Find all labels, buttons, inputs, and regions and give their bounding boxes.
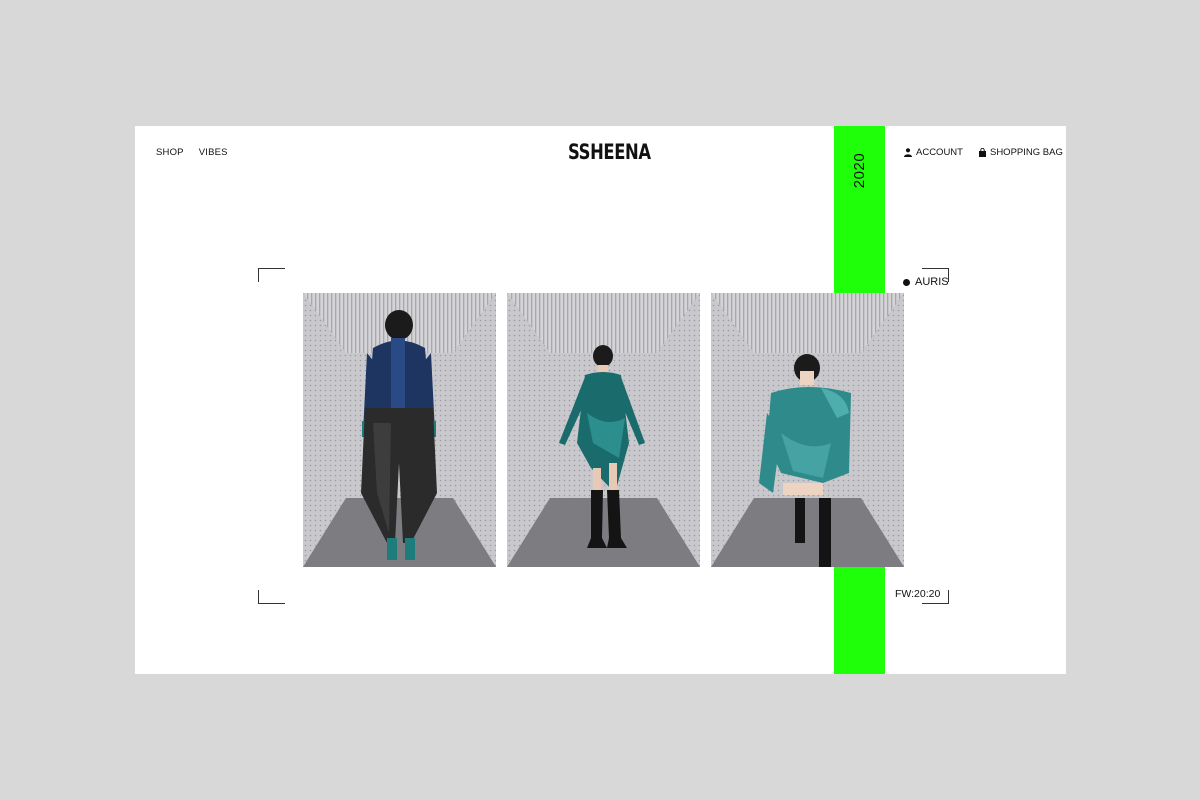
frame-corner-top-left bbox=[258, 268, 285, 282]
account-nav: ACCOUNT SHOPPING BAG bbox=[904, 147, 1063, 158]
account-label: ACCOUNT bbox=[916, 147, 963, 158]
frame-corner-bottom-left bbox=[258, 590, 285, 604]
collection-name-tag: AURIS bbox=[903, 276, 949, 288]
brand-logo[interactable]: SSHEENA bbox=[568, 140, 651, 164]
shopping-bag-label: SHOPPING BAG bbox=[989, 147, 1063, 158]
lookbook-photo-3[interactable] bbox=[711, 293, 904, 567]
bag-icon bbox=[978, 148, 986, 157]
collection-name: AURIS bbox=[915, 276, 949, 288]
primary-nav: SHOP VIBES bbox=[156, 147, 228, 158]
lookbook-gallery bbox=[303, 293, 904, 567]
year-label: 2020 bbox=[851, 152, 868, 188]
nav-vibes-link[interactable]: VIBES bbox=[199, 147, 228, 158]
lookbook-photo-1[interactable] bbox=[303, 293, 496, 567]
user-icon bbox=[904, 148, 912, 157]
year-label-wrap: 2020 bbox=[834, 147, 885, 193]
website-frame: SHOP VIBES SSHEENA 2020 ACCOUNT SHOPPING… bbox=[135, 126, 1066, 674]
account-link[interactable]: ACCOUNT bbox=[904, 147, 963, 158]
dot-icon bbox=[903, 278, 910, 286]
shopping-bag-link[interactable]: SHOPPING BAG bbox=[978, 147, 1063, 158]
lookbook-photo-2[interactable] bbox=[507, 293, 700, 567]
collection-season: FW:20:20 bbox=[895, 588, 941, 600]
nav-shop-link[interactable]: SHOP bbox=[156, 147, 184, 158]
